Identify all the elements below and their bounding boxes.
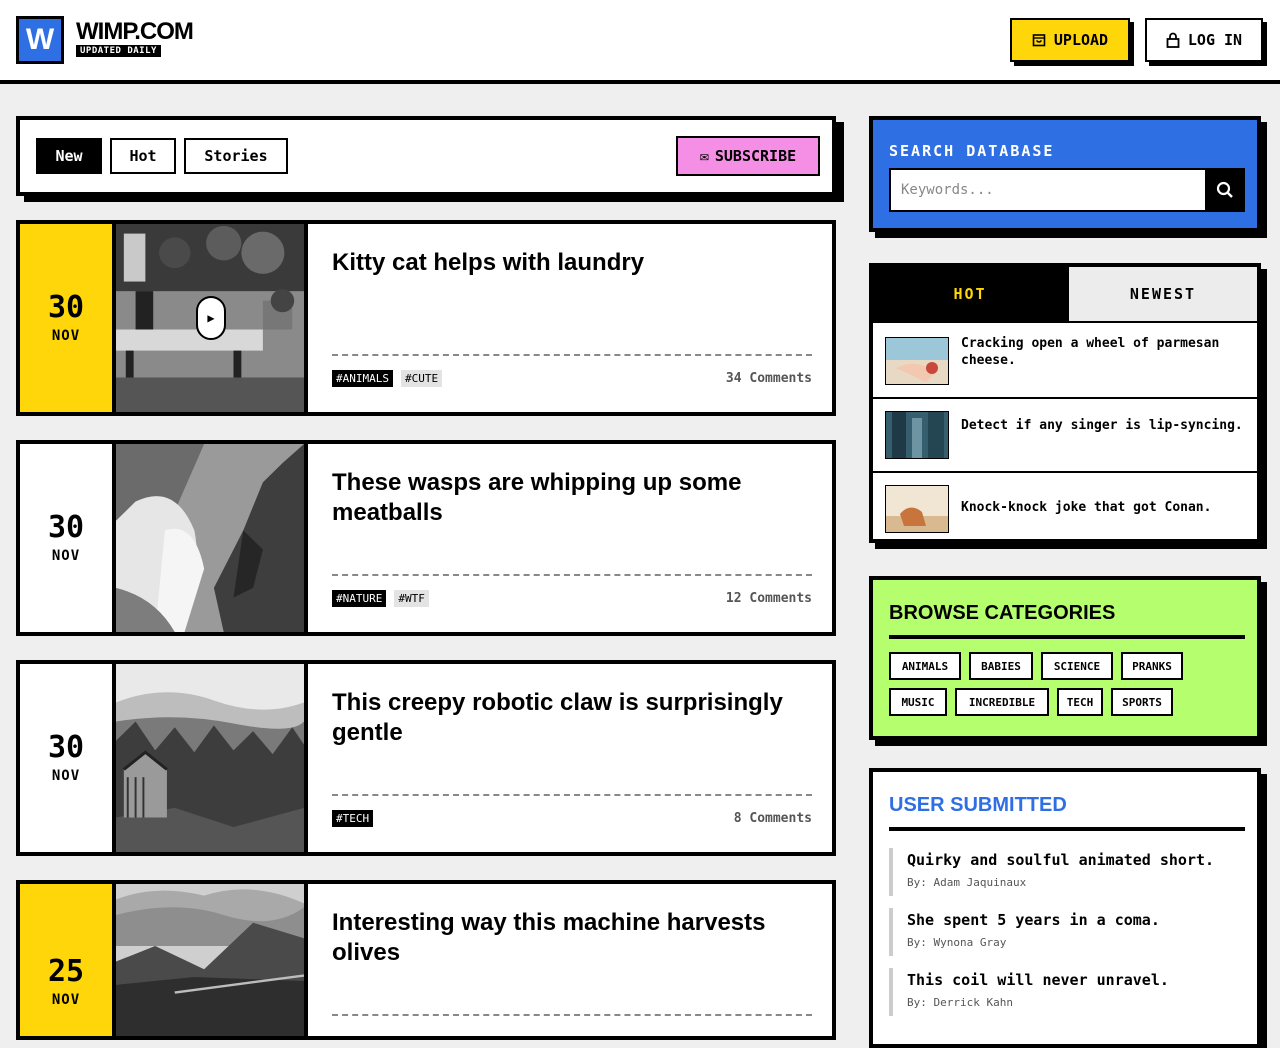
hot-panel: HOT NEWEST Cracking open a wheel of parm… [869,263,1261,543]
login-label: LOG IN [1187,31,1243,49]
post-card[interactable]: 30 NOV This creepy robotic claw is surpr… [16,660,836,856]
tab-newest[interactable]: NEWEST [1067,267,1257,321]
post-month: NOV [51,328,81,344]
login-button[interactable]: LOG IN [1145,18,1263,62]
post-tag[interactable]: #WTF [394,590,429,607]
play-icon[interactable]: ▶ [196,296,226,340]
post-date: 30 NOV [20,664,116,852]
subscribe-button[interactable]: ✉ SUBSCRIBE [676,136,820,176]
post-tag[interactable]: #CUTE [400,370,443,387]
site-tagline: UPDATED DAILY [76,45,161,57]
post-thumbnail[interactable]: ▶ [116,224,308,412]
categories-panel: BROWSE CATEGORIES ANIMALS BABIES SCIENCE… [869,576,1261,740]
post-meta [332,1014,812,1030]
search-button[interactable] [1205,168,1245,212]
post-month: NOV [51,768,81,784]
hills-photo [116,884,304,1036]
category-babies[interactable]: BABIES [969,652,1033,680]
upload-button[interactable]: UPLOAD [1010,18,1130,62]
tab-hot-panel[interactable]: HOT [873,267,1067,321]
hot-thumbnail [885,411,949,459]
post-thumbnail[interactable] [116,444,308,632]
category-incredible[interactable]: INCREDIBLE [955,688,1049,716]
comment-count[interactable]: 34 Comments [726,371,812,386]
post-title[interactable]: Kitty cat helps with laundry [332,248,822,278]
search-label: SEARCH DATABASE [889,142,1055,160]
hot-item-title: Cracking open a wheel of parmesan cheese… [961,336,1220,368]
post-thumbnail[interactable] [116,884,308,1036]
comment-count[interactable]: 8 Comments [734,811,812,826]
post-tag[interactable]: #NATURE [332,590,387,607]
post-tag[interactable]: #TECH [332,810,374,827]
post-title[interactable]: This creepy robotic claw is surprisingly… [332,688,822,748]
post-month: NOV [51,992,81,1008]
waves-photo [116,444,304,632]
logo-icon[interactable]: W [16,16,64,64]
hot-item[interactable]: Cracking open a wheel of parmesan cheese… [873,321,1257,397]
tab-hot[interactable]: Hot [110,138,176,174]
comment-count[interactable]: 12 Comments [726,591,812,606]
subscribe-label: SUBSCRIBE [714,147,797,165]
filter-bar: New Hot Stories ✉ SUBSCRIBE [16,116,836,196]
category-pranks[interactable]: PRANKS [1121,652,1183,680]
user-submitted-item[interactable]: This coil will never unravel. By: Derric… [889,968,1245,1016]
post-meta: #NATURE #WTF 12 Comments [332,574,812,607]
upload-label: UPLOAD [1053,31,1109,49]
submission-title[interactable]: This coil will never unravel. [907,968,1245,990]
hot-thumbnail [885,337,949,385]
post-date: 30 NOV [20,444,116,632]
category-tech[interactable]: TECH [1057,688,1103,716]
categories-title: BROWSE CATEGORIES [889,602,1245,639]
user-submitted-item[interactable]: Quirky and soulful animated short. By: A… [889,848,1245,896]
post-card[interactable]: 30 NOV ▶ Kitty cat helps with laundry #A… [16,220,836,416]
tab-new[interactable]: New [36,138,102,174]
post-date: 25 NOV [20,884,116,1036]
lock-icon [1166,32,1180,48]
hot-item-title: Detect if any singer is lip-syncing. [961,418,1243,433]
user-submitted-item[interactable]: She spent 5 years in a coma. By: Wynona … [889,908,1245,956]
upload-bag-icon [1032,34,1046,47]
post-card[interactable]: 25 NOV Interesting way this machine harv… [16,880,836,1040]
forest-photo [116,664,304,852]
category-science[interactable]: SCIENCE [1041,652,1113,680]
hot-item[interactable]: Knock-knock joke that got Conan. [873,471,1257,539]
user-submitted-title: USER SUBMITTED [889,794,1245,831]
submission-title[interactable]: Quirky and soulful animated short. [907,848,1245,870]
post-thumbnail[interactable] [116,664,308,852]
submission-title[interactable]: She spent 5 years in a coma. [907,908,1245,930]
post-title[interactable]: Interesting way this machine harvests ol… [332,908,822,968]
mail-icon: ✉ [699,147,709,165]
post-meta: #TECH 8 Comments [332,794,812,827]
post-day: 30 [47,730,85,765]
hot-item-title: Knock-knock joke that got Conan. [961,500,1212,515]
site-name[interactable]: WIMP.COM [76,18,194,46]
post-day: 30 [47,510,85,545]
hot-thumbnail [885,485,949,533]
tab-stories[interactable]: Stories [184,138,288,174]
submission-author: By: Adam Jaquinaux [907,876,1027,889]
post-month: NOV [51,548,81,564]
category-music[interactable]: MUSIC [889,688,947,716]
user-submitted-panel: USER SUBMITTED Quirky and soulful animat… [869,768,1261,1048]
post-day: 25 [47,954,85,989]
post-day: 30 [47,290,85,325]
post-title[interactable]: These wasps are whipping up some meatbal… [332,468,822,528]
post-date: 30 NOV [20,224,116,412]
post-meta: #ANIMALS #CUTE 34 Comments [332,354,812,387]
hot-item[interactable]: Detect if any singer is lip-syncing. [873,397,1257,471]
submission-author: By: Derrick Kahn [907,996,1013,1009]
category-animals[interactable]: ANIMALS [889,652,961,680]
search-panel: SEARCH DATABASE [869,116,1261,232]
search-input[interactable] [889,168,1207,212]
submission-author: By: Wynona Gray [907,936,1007,949]
category-sports[interactable]: SPORTS [1111,688,1173,716]
search-icon [1216,181,1233,198]
post-tag[interactable]: #ANIMALS [332,370,393,387]
site-header: W WIMP.COM UPDATED DAILY UPLOAD LOG IN [0,0,1280,84]
post-card[interactable]: 30 NOV These wasps are whipping up some … [16,440,836,636]
